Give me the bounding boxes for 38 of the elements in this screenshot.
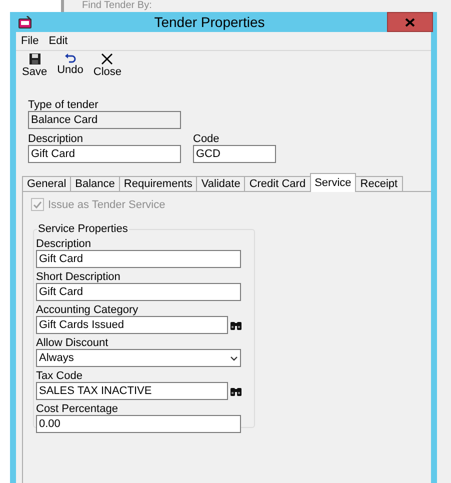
toolbar-button[interactable]: Undo (55, 53, 86, 93)
input-field[interactable]: GCD (193, 145, 276, 163)
close-button[interactable] (387, 12, 433, 32)
field-label: Description (36, 238, 92, 250)
input-field[interactable]: Gift Cards Issued (36, 316, 228, 334)
binoculars-icon[interactable] (230, 320, 242, 330)
window-title: Tender Properties (153, 14, 266, 30)
input-field[interactable]: 0.00 (36, 415, 241, 433)
menu-item[interactable]: Edit (48, 35, 68, 47)
app-icon (18, 16, 32, 28)
field-label: Tax Code (36, 370, 84, 382)
group-label: Find Tender By: (82, 0, 152, 11)
dropdown[interactable]: Always (36, 349, 241, 367)
input-field[interactable]: Gift Card (28, 145, 181, 163)
tab[interactable]: Requirements (118, 176, 198, 192)
toolbar-button[interactable]: Close (91, 53, 124, 93)
close-icon (101, 53, 114, 65)
binoculars-icon[interactable] (230, 386, 242, 396)
input-field[interactable]: SALES TAX INACTIVE (36, 382, 228, 400)
tab[interactable]: Service (310, 173, 356, 192)
close-icon (405, 18, 415, 26)
chevron-down-icon (230, 356, 238, 360)
field-label: Cost Percentage (36, 403, 119, 415)
input-field[interactable]: Gift Card (36, 283, 241, 301)
field-label: Type of tender (28, 99, 100, 111)
menu-item[interactable]: File (21, 35, 39, 47)
field-label: Allow Discount (36, 337, 110, 349)
field-label: Accounting Category (36, 304, 140, 316)
field-label: Short Description (36, 271, 122, 283)
checkmark-icon (33, 200, 42, 208)
field-label: Code (193, 133, 220, 145)
undo-icon (64, 53, 76, 63)
field-label: Description (28, 133, 84, 145)
input-field[interactable]: Gift Card (36, 250, 241, 268)
tab[interactable]: Receipt (355, 176, 403, 192)
group-title: Service Properties (37, 223, 129, 235)
toolbar-button[interactable]: Save (20, 53, 50, 93)
tab[interactable]: General (22, 176, 72, 192)
